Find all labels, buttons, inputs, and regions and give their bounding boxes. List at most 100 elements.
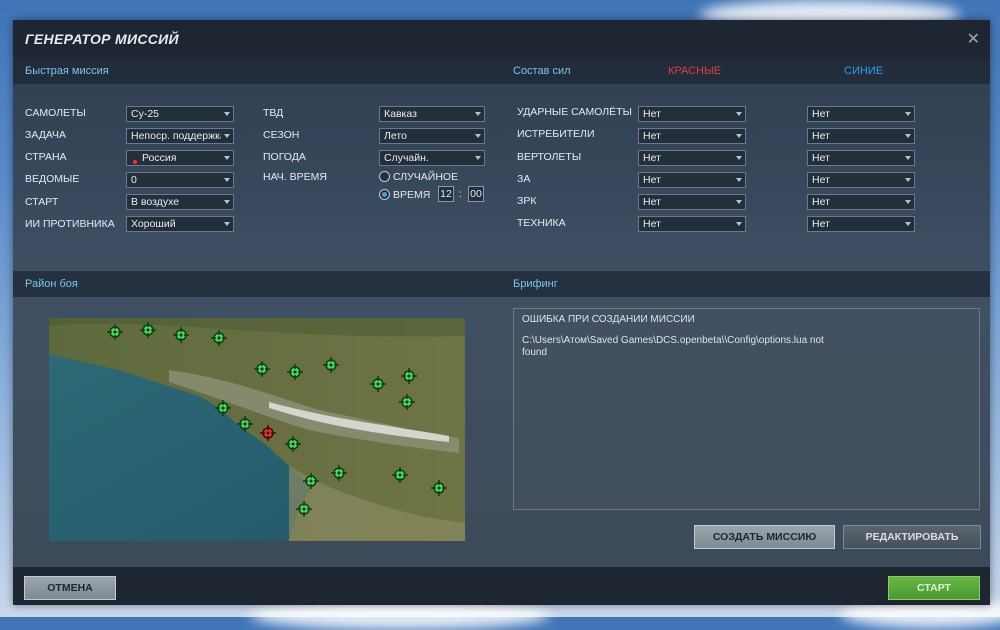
title-bar: ГЕНЕРАТОР МИССИЙ ✕ [13, 20, 990, 58]
close-icon[interactable]: ✕ [967, 29, 980, 49]
chevron-down-icon [905, 222, 911, 226]
chevron-down-icon [736, 156, 742, 160]
vehicles-blue-value: Нет [812, 218, 830, 230]
season-value: Лето [384, 130, 407, 142]
combat-area-title: Район боя [25, 278, 78, 290]
country-label: СТРАНА [25, 151, 67, 163]
aircraft-dropdown[interactable]: Су-25 [126, 106, 234, 122]
start-dropdown[interactable]: В воздухе [126, 194, 234, 210]
chevron-down-icon [905, 200, 911, 204]
chevron-down-icon [475, 112, 481, 116]
random-time-label: СЛУЧАЙНОЕ [393, 171, 459, 183]
chevron-down-icon [224, 134, 230, 138]
create-mission-button[interactable]: СОЗДАТЬ МИССИЮ [694, 525, 835, 549]
weather-value: Случайн. [384, 152, 429, 164]
vehicles-blue-dropdown[interactable]: Нет [807, 216, 915, 232]
enemy-ai-dropdown[interactable]: Хороший [126, 216, 234, 232]
sam-red-dropdown[interactable]: Нет [638, 194, 746, 210]
cancel-button[interactable]: ОТМЕНА [24, 576, 116, 600]
fighters-red-dropdown[interactable]: Нет [638, 128, 746, 144]
strike-aircraft-red-value: Нет [643, 108, 661, 120]
helicopters-red-dropdown[interactable]: Нет [638, 150, 746, 166]
sam-label: ЗРК [517, 195, 537, 207]
start-button[interactable]: СТАРТ [888, 576, 980, 600]
chevron-down-icon [224, 112, 230, 116]
strike-aircraft-red-dropdown[interactable]: Нет [638, 106, 746, 122]
chevron-down-icon [905, 134, 911, 138]
helicopters-blue-value: Нет [812, 152, 830, 164]
briefing-title: Брифинг [513, 278, 558, 290]
quick-mission-header: Быстрая миссия Состав сил КРАСНЫЕ СИНИЕ [13, 58, 990, 84]
window-title: ГЕНЕРАТОР МИССИЙ [25, 31, 179, 47]
hour-input[interactable]: 12 [438, 186, 454, 202]
briefing-panel: ОШИБКА ПРИ СОЗДАНИИ МИССИИ C:\Users\Атом… [513, 308, 980, 510]
set-time-radio[interactable] [379, 189, 390, 200]
start-label: СТАРТ [25, 196, 59, 208]
chevron-down-icon [475, 134, 481, 138]
country-dropdown[interactable]: Россия [126, 150, 234, 166]
aircraft-label: САМОЛЕТЫ [25, 107, 86, 119]
chevron-down-icon [905, 112, 911, 116]
error-path-end: found [522, 347, 548, 358]
chevron-down-icon [736, 222, 742, 226]
edit-button[interactable]: РЕДАКТИРОВАТЬ [843, 525, 981, 549]
blue-coalition-label: СИНИЕ [844, 65, 884, 77]
vehicles-red-dropdown[interactable]: Нет [638, 216, 746, 232]
chevron-down-icon [224, 178, 230, 182]
error-title: ОШИБКА ПРИ СОЗДАНИИ МИССИИ [522, 314, 695, 325]
wingmen-value: 0 [131, 174, 137, 186]
quick-mission-title: Быстрая миссия [25, 65, 109, 77]
chevron-down-icon [736, 178, 742, 182]
fighters-label: ИСТРЕБИТЕЛИ [517, 128, 595, 140]
chevron-down-icon [905, 178, 911, 182]
wingmen-label: ВЕДОМЫЕ [25, 173, 80, 185]
helicopters-red-value: Нет [643, 152, 661, 164]
aaa-label: ЗА [517, 173, 531, 185]
red-coalition-dot-icon [133, 159, 137, 164]
chevron-down-icon [736, 134, 742, 138]
start-value: В воздухе [131, 196, 180, 208]
theater-value: Кавказ [384, 108, 417, 120]
chevron-down-icon [475, 156, 481, 160]
chevron-down-icon [905, 156, 911, 160]
sam-blue-dropdown[interactable]: Нет [807, 194, 915, 210]
map-terrain [49, 318, 465, 541]
fighters-red-value: Нет [643, 130, 661, 142]
vehicles-red-value: Нет [643, 218, 661, 230]
aaa-red-dropdown[interactable]: Нет [638, 172, 746, 188]
strike-aircraft-blue-dropdown[interactable]: Нет [807, 106, 915, 122]
sam-blue-value: Нет [812, 196, 830, 208]
wingmen-dropdown[interactable]: 0 [126, 172, 234, 188]
strike-aircraft-blue-value: Нет [812, 108, 830, 120]
aircraft-value: Су-25 [131, 108, 160, 120]
chevron-down-icon [224, 200, 230, 204]
season-dropdown[interactable]: Лето [379, 128, 485, 144]
theater-dropdown[interactable]: Кавказ [379, 106, 485, 122]
task-dropdown[interactable]: Непоср. поддержка [126, 128, 234, 144]
season-label: СЕЗОН [263, 129, 300, 141]
combat-area-map[interactable] [49, 318, 465, 541]
aaa-blue-dropdown[interactable]: Нет [807, 172, 915, 188]
fighters-blue-dropdown[interactable]: Нет [807, 128, 915, 144]
footer-bar [13, 567, 990, 605]
weather-label: ПОГОДА [263, 151, 306, 163]
chevron-down-icon [224, 156, 230, 160]
helicopters-blue-dropdown[interactable]: Нет [807, 150, 915, 166]
country-value: Россия [142, 152, 177, 164]
helicopters-label: ВЕРТОЛЕТЫ [517, 151, 582, 163]
forces-title: Состав сил [513, 65, 571, 77]
chevron-down-icon [736, 112, 742, 116]
aaa-red-value: Нет [643, 174, 661, 186]
task-value: Непоср. поддержка [131, 130, 221, 142]
strike-aircraft-label: УДАРНЫЕ САМОЛЁТЫ [517, 106, 632, 118]
aaa-blue-value: Нет [812, 174, 830, 186]
red-coalition-label: КРАСНЫЕ [668, 65, 722, 77]
enemy-ai-label: ИИ ПРОТИВНИКА [25, 218, 115, 230]
weather-dropdown[interactable]: Случайн. [379, 150, 485, 166]
minute-input[interactable]: 00 [468, 186, 484, 202]
vehicles-label: ТЕХНИКА [517, 217, 566, 229]
random-time-radio[interactable] [379, 171, 390, 182]
lower-section-header: Район боя Брифинг [13, 271, 990, 297]
task-label: ЗАДАЧА [25, 129, 66, 141]
start-time-label: НАЧ. ВРЕМЯ [263, 171, 327, 183]
